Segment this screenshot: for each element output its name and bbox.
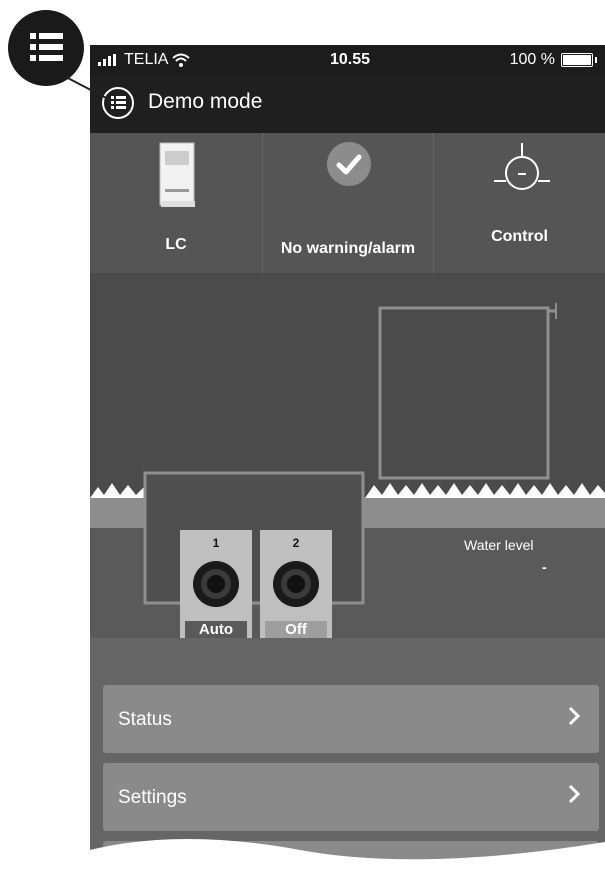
water-level-label: Water level (464, 537, 534, 553)
control-gauge-icon (494, 143, 550, 190)
list-icon-callout (8, 10, 84, 86)
pump-1-number: 1 (212, 536, 220, 550)
torn-edge (90, 839, 605, 876)
checkmark-circle-icon (327, 142, 371, 186)
tile-alarm-label: No warning/alarm (280, 240, 416, 257)
phone-screen: TELIA 10.55 100 % Demo mode LC No warnin… (90, 45, 605, 876)
clock: 10.55 (330, 51, 371, 68)
summary-tiles: LC No warning/alarm Control (90, 133, 605, 273)
menu-item-status[interactable]: Status (103, 685, 599, 753)
pump-2-mode: Off (265, 621, 327, 638)
controller-device-icon (159, 142, 195, 207)
tile-alarm-status[interactable]: No warning/alarm (263, 133, 434, 273)
wifi-icon (172, 53, 191, 67)
station-illustration (90, 303, 605, 638)
pump-1[interactable]: 1 Auto (180, 530, 252, 642)
status-bar: TELIA 10.55 100 % (90, 45, 605, 75)
pump-1-indicator-icon (193, 561, 239, 607)
battery-icon (561, 53, 593, 67)
tile-controller-label: LC (165, 236, 187, 253)
menu-item-settings[interactable]: Settings (103, 763, 599, 831)
pump-2[interactable]: 2 Off (260, 530, 332, 642)
pump-2-indicator-icon (273, 561, 319, 607)
pump-2-number: 2 (292, 536, 300, 550)
page-title: Demo mode (148, 90, 263, 113)
menu-item-status-label: Status (118, 709, 172, 730)
chevron-right-icon (568, 784, 581, 804)
pump-1-mode: Auto (185, 621, 247, 638)
menu-item-settings-label: Settings (118, 787, 187, 808)
station-scene: 1 Auto 2 Off Water level - (90, 273, 605, 642)
chevron-right-icon (568, 706, 581, 726)
water-level-value: - (542, 559, 547, 575)
list-icon (30, 33, 63, 61)
battery-percent: 100 % (509, 51, 555, 68)
tile-controller[interactable]: LC (90, 133, 263, 273)
tile-control[interactable]: Control (434, 133, 605, 273)
tile-control-label: Control (491, 228, 548, 245)
nav-bar: Demo mode (90, 75, 605, 133)
